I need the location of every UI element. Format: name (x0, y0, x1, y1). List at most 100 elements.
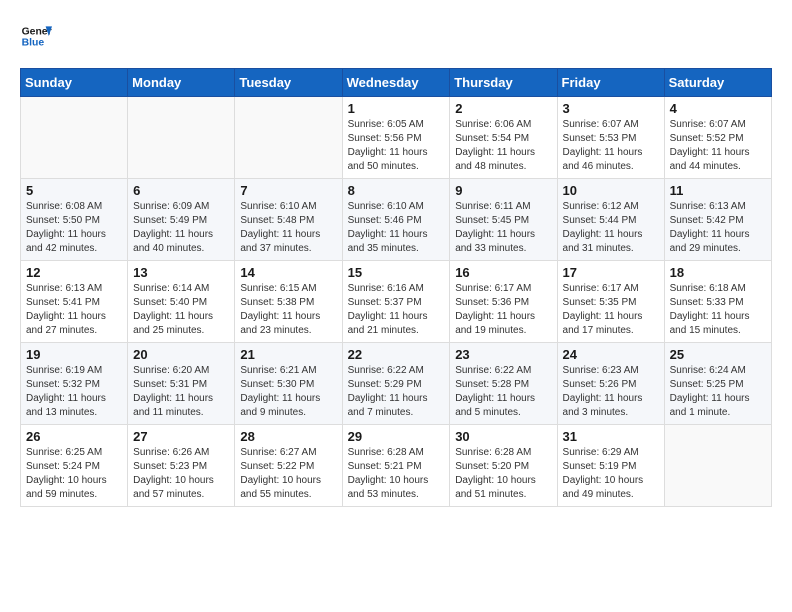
calendar-week-row: 1Sunrise: 6:05 AM Sunset: 5:56 PM Daylig… (21, 97, 772, 179)
day-info: Sunrise: 6:15 AM Sunset: 5:38 PM Dayligh… (240, 282, 336, 338)
day-number: 21 (240, 347, 336, 362)
day-number: 14 (240, 265, 336, 280)
calendar-day-5: 5 Sunrise: 6:08 AM Sunset: 5:50 PM Daylig… (21, 179, 128, 261)
logo: General Blue (20, 20, 56, 52)
calendar-day-12: 12Sunrise: 6:13 AM Sunset: 5:41 PM Dayli… (21, 261, 128, 343)
day-info: Sunrise: 6:16 AM Sunset: 5:37 PM Dayligh… (348, 282, 445, 338)
calendar-day-26: 26 Sunrise: 6:25 AM Sunset: 5:24 PM Dayli… (21, 425, 128, 507)
calendar-day-1: 1Sunrise: 6:05 AM Sunset: 5:56 PM Daylig… (342, 97, 450, 179)
calendar-table: SundayMondayTuesdayWednesdayThursdayFrid… (20, 68, 772, 507)
calendar-day-10: 10Sunrise: 6:12 AM Sunset: 5:44 PM Dayli… (557, 179, 664, 261)
day-info: Sunrise: 6:14 AM Sunset: 5:40 PM Dayligh… (133, 282, 229, 338)
calendar-day-28: 28 Sunrise: 6:27 AM Sunset: 5:22 PM Dayli… (235, 425, 342, 507)
calendar-day-21: 21 Sunrise: 6:21 AM Sunset: 5:30 PM Dayli… (235, 343, 342, 425)
svg-text:Blue: Blue (22, 38, 45, 49)
calendar-week-row: 12Sunrise: 6:13 AM Sunset: 5:41 PM Dayli… (21, 261, 772, 343)
day-number: 29 (348, 429, 445, 444)
calendar-week-row: 26 Sunrise: 6:25 AM Sunset: 5:24 PM Dayli… (21, 425, 772, 507)
calendar-day-22: 22 Sunrise: 6:22 AM Sunset: 5:29 PM Dayli… (342, 343, 450, 425)
day-info: Sunrise: 6:18 AM Sunset: 5:33 PM Dayligh… (670, 282, 766, 338)
day-number: 23 (455, 347, 551, 362)
weekday-header-friday: Friday (557, 69, 664, 97)
calendar-day-29: 29 Sunrise: 6:28 AM Sunset: 5:21 PM Dayli… (342, 425, 450, 507)
calendar-week-row: 5 Sunrise: 6:08 AM Sunset: 5:50 PM Daylig… (21, 179, 772, 261)
day-info: Sunrise: 6:24 AM Sunset: 5:25 PM Dayligh… (670, 364, 766, 420)
day-info: Sunrise: 6:28 AM Sunset: 5:21 PM Dayligh… (348, 446, 445, 502)
day-info: Sunrise: 6:21 AM Sunset: 5:30 PM Dayligh… (240, 364, 336, 420)
calendar-day-14: 14 Sunrise: 6:15 AM Sunset: 5:38 PM Dayli… (235, 261, 342, 343)
day-number: 28 (240, 429, 336, 444)
day-number: 31 (563, 429, 659, 444)
day-info: Sunrise: 6:25 AM Sunset: 5:24 PM Dayligh… (26, 446, 122, 502)
calendar-day-24: 24 Sunrise: 6:23 AM Sunset: 5:26 PM Dayli… (557, 343, 664, 425)
day-info: Sunrise: 6:17 AM Sunset: 5:36 PM Dayligh… (455, 282, 551, 338)
calendar-day-31: 31 Sunrise: 6:29 AM Sunset: 5:19 PM Dayli… (557, 425, 664, 507)
day-number: 18 (670, 265, 766, 280)
day-info: Sunrise: 6:22 AM Sunset: 5:28 PM Dayligh… (455, 364, 551, 420)
day-number: 7 (240, 183, 336, 198)
page-header: General Blue (20, 20, 772, 52)
weekday-header-saturday: Saturday (664, 69, 771, 97)
day-number: 5 (26, 183, 122, 198)
calendar-day-8: 8 Sunrise: 6:10 AM Sunset: 5:46 PM Daylig… (342, 179, 450, 261)
calendar-empty-cell (235, 97, 342, 179)
day-number: 17 (563, 265, 659, 280)
day-info: Sunrise: 6:27 AM Sunset: 5:22 PM Dayligh… (240, 446, 336, 502)
day-info: Sunrise: 6:07 AM Sunset: 5:53 PM Dayligh… (563, 118, 659, 174)
day-number: 20 (133, 347, 229, 362)
day-info: Sunrise: 6:23 AM Sunset: 5:26 PM Dayligh… (563, 364, 659, 420)
calendar-day-20: 20 Sunrise: 6:20 AM Sunset: 5:31 PM Dayli… (128, 343, 235, 425)
day-number: 2 (455, 101, 551, 116)
day-number: 26 (26, 429, 122, 444)
day-info: Sunrise: 6:20 AM Sunset: 5:31 PM Dayligh… (133, 364, 229, 420)
day-number: 1 (348, 101, 445, 116)
day-info: Sunrise: 6:08 AM Sunset: 5:50 PM Dayligh… (26, 200, 122, 256)
day-number: 15 (348, 265, 445, 280)
day-info: Sunrise: 6:22 AM Sunset: 5:29 PM Dayligh… (348, 364, 445, 420)
calendar-empty-cell (664, 425, 771, 507)
day-number: 4 (670, 101, 766, 116)
day-number: 8 (348, 183, 445, 198)
day-info: Sunrise: 6:07 AM Sunset: 5:52 PM Dayligh… (670, 118, 766, 174)
day-number: 9 (455, 183, 551, 198)
calendar-day-7: 7 Sunrise: 6:10 AM Sunset: 5:48 PM Daylig… (235, 179, 342, 261)
calendar-day-6: 6Sunrise: 6:09 AM Sunset: 5:49 PM Daylig… (128, 179, 235, 261)
calendar-header-row: SundayMondayTuesdayWednesdayThursdayFrid… (21, 69, 772, 97)
calendar-day-2: 2 Sunrise: 6:06 AM Sunset: 5:54 PM Daylig… (450, 97, 557, 179)
calendar-day-30: 30Sunrise: 6:28 AM Sunset: 5:20 PM Dayli… (450, 425, 557, 507)
weekday-header-sunday: Sunday (21, 69, 128, 97)
day-number: 30 (455, 429, 551, 444)
day-info: Sunrise: 6:29 AM Sunset: 5:19 PM Dayligh… (563, 446, 659, 502)
day-number: 3 (563, 101, 659, 116)
calendar-day-15: 15 Sunrise: 6:16 AM Sunset: 5:37 PM Dayli… (342, 261, 450, 343)
day-info: Sunrise: 6:06 AM Sunset: 5:54 PM Dayligh… (455, 118, 551, 174)
calendar-day-25: 25 Sunrise: 6:24 AM Sunset: 5:25 PM Dayli… (664, 343, 771, 425)
day-info: Sunrise: 6:19 AM Sunset: 5:32 PM Dayligh… (26, 364, 122, 420)
day-number: 11 (670, 183, 766, 198)
day-number: 13 (133, 265, 229, 280)
day-number: 24 (563, 347, 659, 362)
calendar-week-row: 19Sunrise: 6:19 AM Sunset: 5:32 PM Dayli… (21, 343, 772, 425)
calendar-day-11: 11Sunrise: 6:13 AM Sunset: 5:42 PM Dayli… (664, 179, 771, 261)
calendar-day-9: 9 Sunrise: 6:11 AM Sunset: 5:45 PM Daylig… (450, 179, 557, 261)
calendar-day-16: 16 Sunrise: 6:17 AM Sunset: 5:36 PM Dayli… (450, 261, 557, 343)
calendar-empty-cell (128, 97, 235, 179)
day-number: 27 (133, 429, 229, 444)
day-info: Sunrise: 6:09 AM Sunset: 5:49 PM Dayligh… (133, 200, 229, 256)
day-info: Sunrise: 6:13 AM Sunset: 5:41 PM Dayligh… (26, 282, 122, 338)
day-number: 22 (348, 347, 445, 362)
logo-icon: General Blue (20, 20, 52, 52)
weekday-header-thursday: Thursday (450, 69, 557, 97)
day-number: 10 (563, 183, 659, 198)
day-info: Sunrise: 6:10 AM Sunset: 5:48 PM Dayligh… (240, 200, 336, 256)
calendar-day-3: 3 Sunrise: 6:07 AM Sunset: 5:53 PM Daylig… (557, 97, 664, 179)
weekday-header-monday: Monday (128, 69, 235, 97)
day-info: Sunrise: 6:10 AM Sunset: 5:46 PM Dayligh… (348, 200, 445, 256)
calendar-day-27: 27 Sunrise: 6:26 AM Sunset: 5:23 PM Dayli… (128, 425, 235, 507)
day-info: Sunrise: 6:26 AM Sunset: 5:23 PM Dayligh… (133, 446, 229, 502)
day-number: 16 (455, 265, 551, 280)
day-info: Sunrise: 6:11 AM Sunset: 5:45 PM Dayligh… (455, 200, 551, 256)
calendar-day-17: 17Sunrise: 6:17 AM Sunset: 5:35 PM Dayli… (557, 261, 664, 343)
calendar-day-4: 4 Sunrise: 6:07 AM Sunset: 5:52 PM Daylig… (664, 97, 771, 179)
day-number: 25 (670, 347, 766, 362)
